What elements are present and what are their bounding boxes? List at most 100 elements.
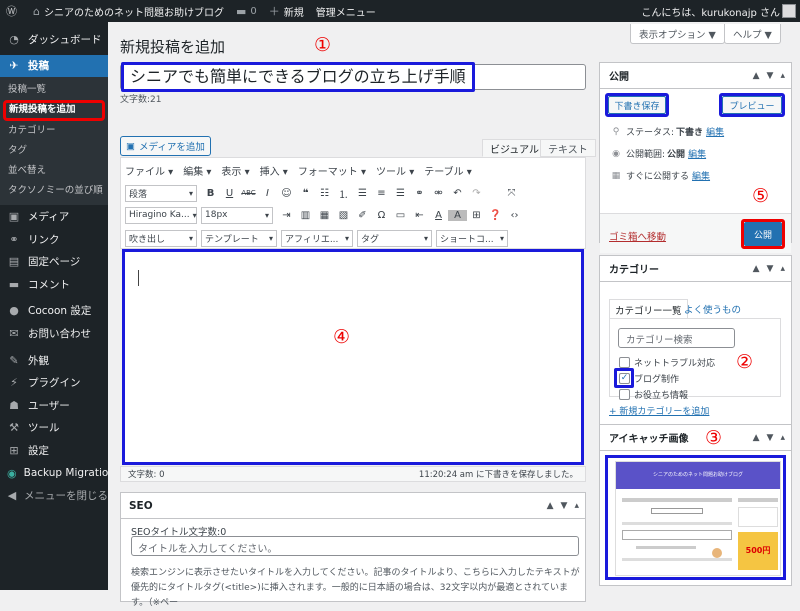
menu-tools[interactable]: ツール ▾ bbox=[376, 163, 414, 178]
publish-button[interactable]: 公開 bbox=[741, 219, 785, 249]
speech-bubble-select[interactable]: 吹き出し bbox=[125, 229, 197, 247]
font-family-select[interactable]: Hiragino Ka... bbox=[125, 206, 197, 224]
menu-users[interactable]: ☗ ユーザー bbox=[0, 394, 108, 417]
featured-image-header[interactable]: アイキャッチ画像 ▲ ▼ ▴ bbox=[600, 425, 791, 451]
fullscreen-icon[interactable]: ⤧ bbox=[502, 188, 521, 199]
add-new-category-link[interactable]: + 新規カテゴリーを追加 bbox=[609, 404, 709, 417]
menu-file[interactable]: ファイル ▾ bbox=[125, 163, 173, 178]
indent-icon[interactable]: ⇥ bbox=[277, 210, 296, 221]
menu-table[interactable]: テーブル ▾ bbox=[424, 163, 472, 178]
avatar[interactable] bbox=[782, 4, 796, 18]
category-item[interactable]: ネットトラブル対応 bbox=[619, 356, 715, 369]
shortcode-select[interactable]: ショートコ... bbox=[436, 229, 508, 247]
menu-dashboard[interactable]: ◔ ダッシュボード bbox=[0, 28, 108, 51]
chevron-down-icon[interactable]: ▼ bbox=[767, 433, 774, 443]
omega-icon[interactable]: Ω bbox=[372, 210, 391, 221]
submenu-tags[interactable]: タグ bbox=[0, 141, 108, 161]
unlink-icon[interactable]: ⚮ bbox=[429, 188, 448, 199]
seo-box-header[interactable]: SEO ▲ ▼ ▴ bbox=[121, 493, 585, 519]
paste-text-icon[interactable]: ▥ bbox=[296, 210, 315, 221]
caret-up-icon[interactable]: ▴ bbox=[780, 264, 785, 274]
menu-cocoon-settings[interactable]: ● Cocoon 設定 bbox=[0, 300, 108, 323]
edit-status-link[interactable]: 編集 bbox=[706, 125, 724, 138]
italic-icon[interactable]: I bbox=[258, 188, 277, 199]
background-color-icon[interactable]: A bbox=[448, 209, 467, 221]
submenu-taxonomy-order[interactable]: タクソノミーの並び順 bbox=[0, 181, 108, 201]
chevron-up-icon[interactable]: ▲ bbox=[753, 433, 760, 443]
seo-title-input[interactable]: タイトルを入力してください。 bbox=[131, 536, 579, 556]
post-content-editor[interactable]: ④ bbox=[122, 249, 584, 465]
menu-view[interactable]: 表示 ▾ bbox=[221, 163, 249, 178]
help-icon[interactable]: ❓ bbox=[486, 210, 505, 221]
blockquote-icon[interactable]: ❝ bbox=[296, 188, 315, 199]
greeting[interactable]: こんにちは、kurukonajp さん bbox=[641, 4, 780, 19]
horizontal-rule-icon[interactable]: ▭ bbox=[391, 210, 410, 221]
menu-pages[interactable]: ▤ 固定ページ bbox=[0, 251, 108, 274]
code-icon[interactable]: ‹› bbox=[505, 210, 524, 221]
save-draft-button[interactable]: 下書き保存 bbox=[605, 93, 669, 117]
caret-up-icon[interactable]: ▴ bbox=[780, 71, 785, 81]
tag-select[interactable]: タグ bbox=[357, 229, 432, 247]
post-title-input[interactable]: シニアでも簡単にできるブログの立ち上げ手順 bbox=[120, 62, 586, 92]
paragraph-select[interactable]: 段落 bbox=[125, 184, 197, 202]
font-size-select[interactable]: 18px bbox=[201, 206, 273, 224]
menu-tools[interactable]: ⚒ ツール bbox=[0, 417, 108, 440]
chevron-up-icon[interactable]: ▲ bbox=[753, 264, 760, 274]
submenu-all-posts[interactable]: 投稿一覧 bbox=[0, 80, 108, 100]
outdent-icon[interactable]: ⇤ bbox=[410, 210, 429, 221]
site-name-link[interactable]: ⌂ シニアのためのネット問題お助けブログ bbox=[27, 0, 230, 22]
caret-up-icon[interactable]: ▴ bbox=[780, 433, 785, 443]
table-icon[interactable]: ⊞ bbox=[467, 210, 486, 221]
text-color-icon[interactable]: A bbox=[429, 210, 448, 221]
bullet-list-icon[interactable]: ☷ bbox=[315, 188, 334, 199]
comments-link[interactable]: ▬ 0 bbox=[230, 0, 263, 22]
category-checkbox[interactable] bbox=[619, 357, 630, 368]
submenu-categories[interactable]: カテゴリー bbox=[0, 121, 108, 141]
edit-schedule-link[interactable]: 編集 bbox=[692, 169, 710, 182]
menu-posts[interactable]: ✈ 投稿 bbox=[0, 54, 108, 78]
redo-icon[interactable]: ↷ bbox=[467, 188, 486, 199]
publish-box-header[interactable]: 公開 ▲ ▼ ▴ bbox=[600, 63, 791, 89]
menu-collapse[interactable]: ◀ メニューを閉じる bbox=[0, 484, 108, 507]
caret-up-icon[interactable]: ▴ bbox=[574, 501, 579, 511]
category-search-input[interactable]: カテゴリー検索 bbox=[618, 328, 735, 348]
move-to-trash-link[interactable]: ゴミ箱へ移動 bbox=[609, 229, 666, 243]
menu-edit[interactable]: 編集 ▾ bbox=[183, 163, 211, 178]
menu-insert[interactable]: 挿入 ▾ bbox=[260, 163, 288, 178]
categories-box-header[interactable]: カテゴリー ▲ ▼ ▴ bbox=[600, 256, 791, 282]
menu-comments[interactable]: ▬ コメント bbox=[0, 273, 108, 296]
edit-visibility-link[interactable]: 編集 bbox=[688, 147, 706, 160]
add-media-button[interactable]: ▣ メディアを追加 bbox=[120, 136, 211, 156]
menu-settings[interactable]: ⊞ 設定 bbox=[0, 439, 108, 462]
tab-all-categories[interactable]: カテゴリー一覧 bbox=[609, 299, 688, 319]
screen-options-button[interactable]: 表示オプション ▼ bbox=[630, 24, 725, 44]
clear-format-icon[interactable]: ✐ bbox=[353, 210, 372, 221]
help-button[interactable]: ヘルプ ▼ bbox=[724, 24, 781, 44]
tab-text[interactable]: テキスト bbox=[540, 139, 596, 157]
paste-icon[interactable]: ▦ bbox=[315, 210, 334, 221]
chevron-up-icon[interactable]: ▲ bbox=[753, 71, 760, 81]
category-checkbox[interactable] bbox=[619, 389, 630, 400]
category-item[interactable]: お役立ち情報 bbox=[619, 388, 688, 401]
emoji-icon[interactable]: ☺ bbox=[277, 188, 296, 199]
clipboard-icon[interactable]: ▧ bbox=[334, 210, 353, 221]
undo-icon[interactable]: ↶ bbox=[448, 188, 467, 199]
numbered-list-icon[interactable]: ⒈ bbox=[334, 186, 353, 201]
new-content-link[interactable]: ＋新規 bbox=[263, 0, 310, 22]
menu-backup-migration[interactable]: ◉ Backup Migration bbox=[0, 462, 115, 485]
submenu-add-new-post[interactable]: 新規投稿を追加 bbox=[3, 100, 105, 121]
chevron-down-icon[interactable]: ▼ bbox=[767, 71, 774, 81]
preview-button[interactable]: プレビュー bbox=[719, 93, 785, 117]
menu-links[interactable]: ⚭ リンク bbox=[0, 228, 108, 251]
bold-icon[interactable]: B bbox=[201, 188, 220, 199]
submenu-reorder[interactable]: 並べ替え bbox=[0, 161, 108, 181]
strikethrough-icon[interactable]: ABC bbox=[239, 189, 258, 197]
affiliate-select[interactable]: アフィリエ... bbox=[281, 229, 353, 247]
menu-appearance[interactable]: ✎ 外観 bbox=[0, 349, 108, 372]
menu-media[interactable]: ▣ メディア bbox=[0, 205, 108, 228]
chevron-down-icon[interactable]: ▼ bbox=[767, 264, 774, 274]
tab-popular-categories[interactable]: よく使うもの bbox=[679, 299, 746, 319]
menu-plugins[interactable]: ⚡ プラグイン bbox=[0, 371, 108, 394]
menu-format[interactable]: フォーマット ▾ bbox=[298, 163, 366, 178]
link-icon[interactable]: ⚭ bbox=[410, 188, 429, 199]
